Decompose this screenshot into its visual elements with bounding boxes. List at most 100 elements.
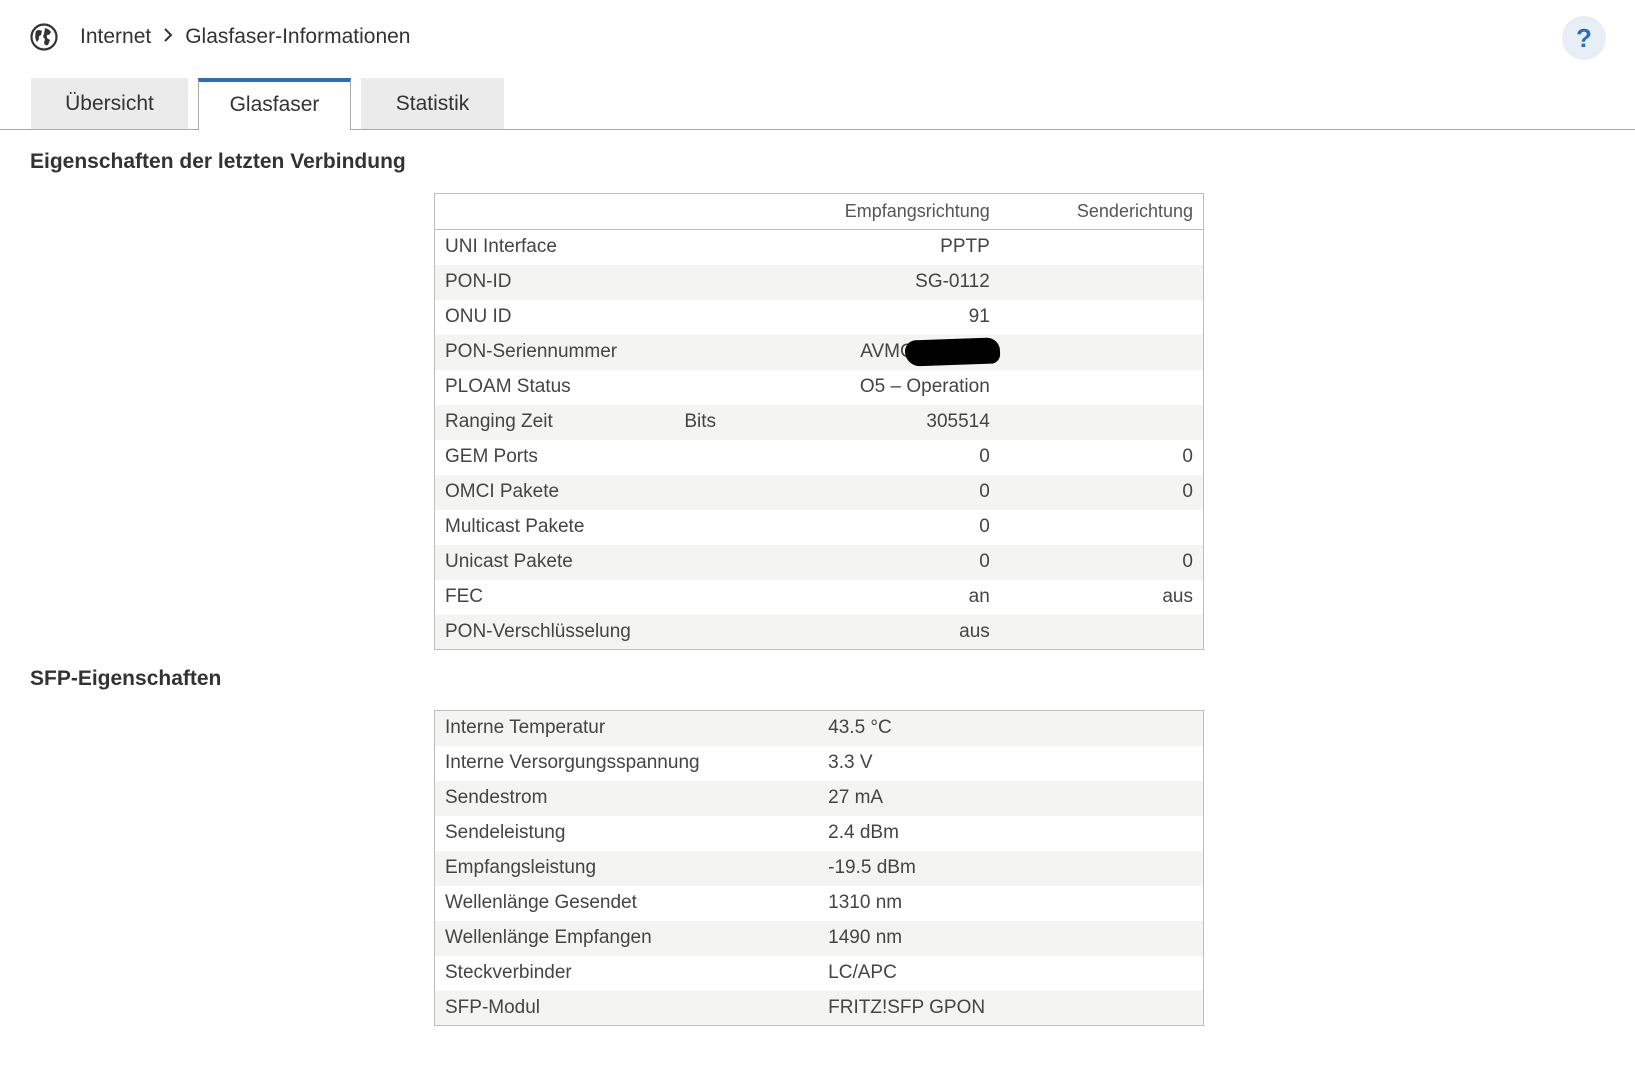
row-unit (674, 300, 804, 335)
row-label: PON-Seriennummer (445, 341, 618, 362)
row-rx: SG-0112 (915, 271, 990, 292)
globe-icon (30, 23, 58, 51)
sfp-table: Interne Temperatur 43.5 °C Interne Verso… (434, 710, 1204, 1026)
table-row: ONU ID 91 (434, 299, 1204, 335)
help-button[interactable]: ? (1562, 16, 1606, 60)
row-label: ONU ID (445, 306, 512, 327)
row-tx (1000, 405, 1204, 440)
row-rx: 91 (968, 306, 990, 327)
connection-table: Empfangsrichtung Senderichtung UNI Inter… (434, 193, 1204, 650)
row-label: FEC (445, 586, 483, 607)
row-label: OMCI Pakete (445, 481, 560, 502)
row-label: PLOAM Status (445, 376, 571, 397)
table-row: Interne Temperatur 43.5 °C (434, 710, 1204, 746)
row-rx: O5 – Operation (859, 376, 990, 397)
table-row: GEM Ports 0 0 (434, 439, 1204, 475)
breadcrumb: Internet Glasfaser-Informationen (80, 22, 411, 52)
row-unit (674, 545, 804, 580)
row-label: PON-ID (445, 271, 512, 292)
row-tx: 0 (1182, 551, 1193, 572)
table-row: PON-Seriennummer AVMG (434, 334, 1204, 370)
sfp-section-title: SFP-Eigenschaften (30, 667, 222, 690)
sfp-value: FRITZ!SFP GPON (828, 996, 986, 1018)
table-row: PON-Verschlüsselung aus (434, 614, 1204, 650)
row-tx (1000, 510, 1204, 545)
table-row: Ranging Zeit Bits 305514 (434, 404, 1204, 440)
breadcrumb-internet-link[interactable]: Internet (80, 25, 151, 49)
row-rx: PPTP (940, 236, 990, 258)
sfp-value: -19.5 dBm (828, 857, 916, 878)
row-tx (1000, 370, 1204, 405)
row-label: Ranging Zeit (445, 411, 553, 432)
sfp-value: 1490 nm (828, 927, 903, 948)
row-label: UNI Interface (445, 236, 557, 258)
row-tx (1000, 230, 1204, 265)
sfp-label: SFP-Modul (445, 996, 541, 1018)
row-unit (674, 580, 804, 615)
table-row: Interne Versorgungsspannung 3.3 V (434, 745, 1204, 781)
table-row: Unicast Pakete 0 0 (434, 544, 1204, 580)
row-tx: 0 (1182, 481, 1193, 502)
tab-statistik[interactable]: Statistik (361, 78, 504, 129)
sfp-label: Empfangsleistung (445, 857, 597, 878)
sfp-value: 27 mA (828, 787, 884, 808)
sfp-value: 3.3 V (828, 752, 873, 773)
sfp-value: 1310 nm (828, 892, 903, 913)
table-row: Multicast Pakete 0 (434, 509, 1204, 545)
row-rx: aus (959, 620, 990, 642)
row-rx: 0 (979, 481, 990, 502)
row-label: PON-Verschlüsselung (445, 620, 631, 642)
connection-section-title: Eigenschaften der letzten Verbindung (30, 150, 406, 173)
table-row: Wellenlänge Empfangen 1490 nm (434, 920, 1204, 956)
table-row: Steckverbinder LC/APC (434, 955, 1204, 991)
row-rx: 0 (979, 446, 990, 467)
sfp-label: Sendestrom (445, 787, 548, 808)
header-unit (674, 193, 804, 230)
row-unit: Bits (684, 411, 717, 432)
table-row: Empfangsleistung -19.5 dBm (434, 850, 1204, 886)
header-rx: Empfangsrichtung (803, 193, 1000, 230)
row-rx: 0 (979, 516, 990, 537)
sfp-value: LC/APC (828, 962, 897, 983)
row-label: Multicast Pakete (445, 516, 585, 537)
tab-bar: Übersicht Glasfaser Statistik (0, 78, 1635, 130)
sfp-label: Wellenlänge Empfangen (445, 927, 652, 948)
row-unit (674, 370, 804, 405)
row-unit (674, 510, 804, 545)
row-tx: aus (1162, 586, 1193, 607)
table-row: Sendeleistung 2.4 dBm (434, 815, 1204, 851)
row-tx: 0 (1182, 446, 1193, 467)
row-label: Unicast Pakete (445, 551, 573, 572)
sfp-label: Interne Versorgungsspannung (445, 752, 700, 773)
header-label (434, 193, 675, 230)
redaction-mark (904, 337, 1001, 367)
row-tx (1000, 300, 1204, 335)
row-unit (674, 475, 804, 510)
row-tx (1000, 335, 1204, 370)
table-row: OMCI Pakete 0 0 (434, 474, 1204, 510)
table-row: PON-ID SG-0112 (434, 264, 1204, 300)
row-tx (1000, 615, 1204, 650)
table-row: PLOAM Status O5 – Operation (434, 369, 1204, 405)
tab-uebersicht[interactable]: Übersicht (31, 78, 188, 129)
row-unit (674, 230, 804, 265)
row-tx (1000, 265, 1204, 300)
sfp-value: 2.4 dBm (828, 822, 899, 843)
sfp-label: Wellenlänge Gesendet (445, 892, 637, 913)
tab-glasfaser[interactable]: Glasfaser (198, 78, 351, 130)
table-header-row: Empfangsrichtung Senderichtung (434, 193, 1204, 230)
page-header: Internet Glasfaser-Informationen ? (0, 0, 1635, 74)
row-label: GEM Ports (445, 446, 538, 467)
table-row: Wellenlänge Gesendet 1310 nm (434, 885, 1204, 921)
sfp-label: Sendeleistung (445, 822, 566, 843)
table-row: UNI Interface PPTP (434, 229, 1204, 265)
row-unit (674, 615, 804, 650)
sfp-label: Steckverbinder (445, 962, 572, 983)
table-row: Sendestrom 27 mA (434, 780, 1204, 816)
row-unit (674, 335, 804, 370)
chevron-right-icon (151, 25, 185, 49)
table-row: SFP-Modul FRITZ!SFP GPON (434, 990, 1204, 1026)
sfp-label: Interne Temperatur (445, 717, 606, 739)
header-tx: Senderichtung (999, 193, 1204, 230)
row-rx: an (968, 586, 990, 607)
